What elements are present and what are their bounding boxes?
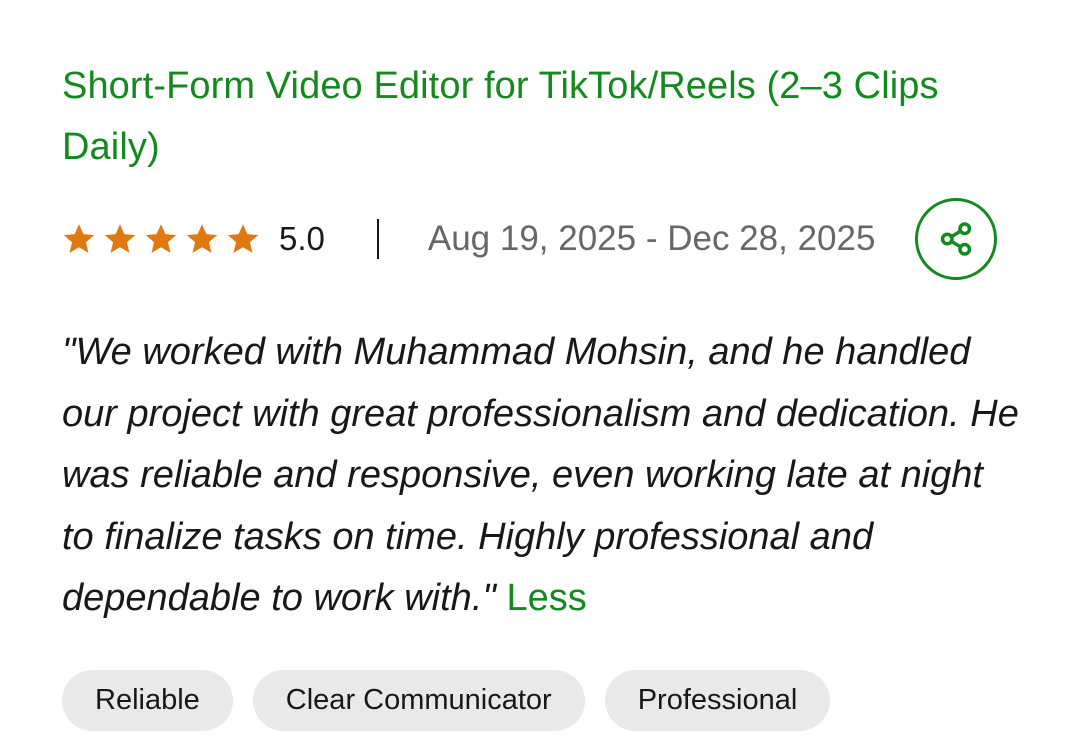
- star-icon: [104, 224, 136, 253]
- star-icon: [186, 224, 218, 253]
- rating-value: 5.0: [279, 220, 325, 257]
- review-text-block: "We worked with Muhammad Mohsin, and he …: [62, 322, 1022, 630]
- tag-clear-communicator[interactable]: Clear Communicator: [252, 670, 585, 731]
- less-link[interactable]: Less: [506, 577, 586, 619]
- meta-row: 5.0 Aug 19, 2025 - Dec 28, 2025: [62, 198, 1022, 280]
- tag-list: Reliable Clear Communicator Professional: [62, 670, 831, 731]
- divider: [376, 219, 379, 259]
- review-text: "We worked with Muhammad Mohsin, and he …: [62, 331, 1019, 619]
- tag-reliable[interactable]: Reliable: [62, 670, 233, 731]
- star-icon: [227, 224, 259, 253]
- tag-professional[interactable]: Professional: [604, 670, 831, 731]
- job-title-link[interactable]: Short-Form Video Editor for TikTok/Reels…: [62, 56, 982, 178]
- date-range: Aug 19, 2025 - Dec 28, 2025: [427, 219, 876, 258]
- share-button[interactable]: [915, 198, 997, 280]
- star-icon: [145, 224, 177, 253]
- star-icon: [63, 224, 95, 253]
- star-rating: [62, 222, 260, 256]
- share-icon: [940, 222, 972, 256]
